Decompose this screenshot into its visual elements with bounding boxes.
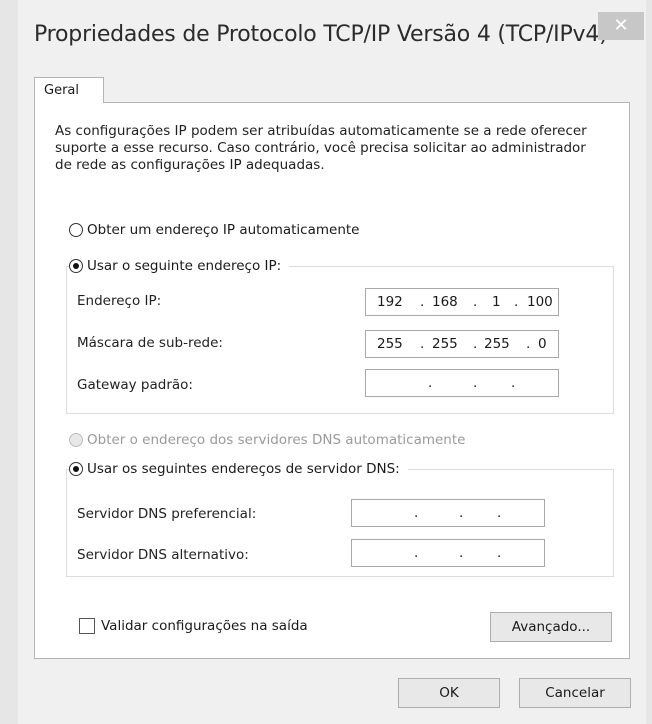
- preferred-dns-input[interactable]: . . .: [351, 499, 545, 527]
- title-bar: Propriedades de Protocolo TCP/IP Versão …: [18, 0, 646, 80]
- validate-checkbox[interactable]: [79, 618, 95, 634]
- octet: 0: [538, 336, 547, 352]
- octet: 1: [492, 294, 501, 310]
- dot: .: [420, 294, 425, 310]
- preferred-dns-label: Servidor DNS preferencial:: [77, 506, 257, 522]
- radio-ip-auto-label: Obter um endereço IP automaticamente: [87, 222, 360, 238]
- ip-address-input[interactable]: 192 . 168 . 1 . 100: [365, 288, 559, 316]
- dot: .: [473, 375, 478, 391]
- dot: .: [414, 505, 419, 521]
- radio-dns-auto-label: Obter o endereço dos servidores DNS auto…: [87, 432, 466, 448]
- dot: .: [526, 336, 531, 352]
- radio-selected-icon: [69, 462, 83, 476]
- window-title: Propriedades de Protocolo TCP/IP Versão …: [34, 22, 608, 47]
- subnet-mask-label: Máscara de sub-rede:: [77, 335, 223, 351]
- radio-circle-icon: [69, 223, 83, 237]
- dot: .: [473, 294, 478, 310]
- dot: .: [459, 505, 464, 521]
- dot: .: [420, 336, 425, 352]
- dot: .: [511, 375, 516, 391]
- octet: 100: [527, 294, 553, 310]
- dot: .: [414, 545, 419, 561]
- radio-ip-manual[interactable]: Usar o seguinte endereço IP:: [69, 258, 290, 274]
- subnet-mask-input[interactable]: 255 . 255 . 255 . 0: [365, 330, 559, 358]
- dialog-window: Propriedades de Protocolo TCP/IP Versão …: [18, 0, 646, 724]
- dot: .: [514, 294, 519, 310]
- validate-checkbox-label: Validar configurações na saída: [101, 618, 308, 634]
- ok-button[interactable]: OK: [398, 678, 500, 708]
- ip-address-label: Endereço IP:: [77, 293, 162, 309]
- radio-dns-manual[interactable]: Usar os seguintes endereços de servidor …: [69, 461, 408, 477]
- radio-selected-icon: [69, 259, 83, 273]
- alternate-dns-label: Servidor DNS alternativo:: [77, 547, 249, 563]
- validate-checkbox-row[interactable]: Validar configurações na saída: [79, 618, 308, 634]
- octet: 192: [377, 294, 403, 310]
- advanced-button[interactable]: Avançado...: [490, 612, 612, 642]
- dot: .: [473, 336, 478, 352]
- radio-dns-auto[interactable]: Obter o endereço dos servidores DNS auto…: [69, 432, 465, 448]
- dot: .: [497, 505, 502, 521]
- general-panel: As configurações IP podem ser atribuídas…: [34, 102, 630, 659]
- octet: 255: [484, 336, 510, 352]
- description-text: As configurações IP podem ser atribuídas…: [55, 123, 587, 173]
- dot: .: [459, 545, 464, 561]
- gateway-input[interactable]: . . .: [365, 369, 559, 397]
- dot: .: [497, 545, 502, 561]
- radio-ip-manual-label: Usar o seguinte endereço IP:: [87, 258, 282, 274]
- tab-geral[interactable]: Geral: [34, 77, 104, 103]
- radio-ip-auto[interactable]: Obter um endereço IP automaticamente: [69, 222, 359, 238]
- gateway-label: Gateway padrão:: [77, 377, 193, 393]
- alternate-dns-input[interactable]: . . .: [351, 539, 545, 567]
- octet: 255: [432, 336, 458, 352]
- dot: .: [428, 375, 433, 391]
- close-button[interactable]: ✕: [598, 12, 644, 40]
- octet: 255: [377, 336, 403, 352]
- octet: 168: [432, 294, 458, 310]
- radio-dns-manual-label: Usar os seguintes endereços de servidor …: [87, 461, 400, 477]
- radio-circle-icon: [69, 433, 83, 447]
- cancel-button[interactable]: Cancelar: [519, 678, 631, 708]
